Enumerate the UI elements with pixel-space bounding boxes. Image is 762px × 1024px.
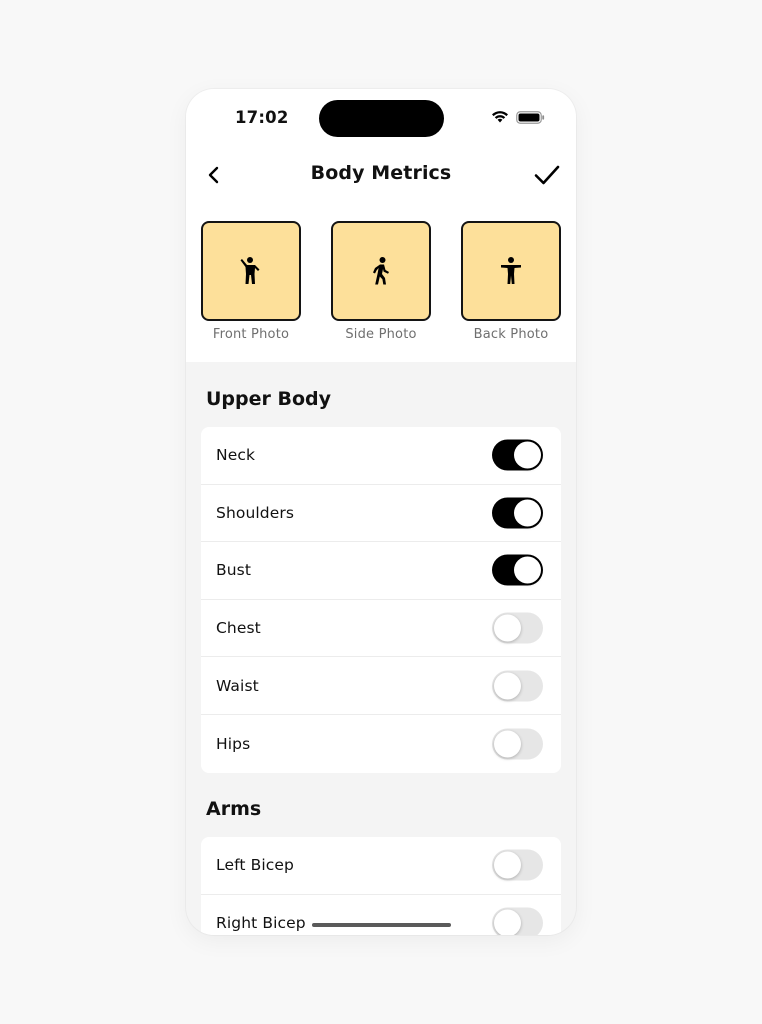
row-label: Right Bicep (216, 914, 306, 933)
right-bicep-toggle[interactable] (492, 907, 543, 935)
front-photo-button[interactable] (201, 221, 301, 321)
person-arms-up-icon (240, 257, 260, 284)
person-arms-out-icon (501, 257, 521, 284)
row-label: Bust (216, 561, 252, 580)
chest-toggle[interactable] (492, 612, 543, 644)
list-item-hips: Hips (201, 715, 561, 773)
shoulders-toggle[interactable] (492, 497, 543, 529)
checkmark-icon[interactable] (534, 164, 560, 186)
side-photo-button[interactable] (331, 221, 431, 321)
back-photo-button[interactable] (461, 221, 561, 321)
row-label: Waist (216, 676, 259, 695)
toggle-knob (494, 909, 521, 935)
list-item-left-bicep: Left Bicep (201, 837, 561, 895)
section-title-upper-body: Upper Body (206, 388, 332, 410)
status-time: 17:02 (235, 108, 289, 127)
row-label: Shoulders (216, 503, 294, 522)
arms-card: Left Bicep Right Bicep (201, 837, 561, 935)
toggle-knob (514, 556, 541, 584)
neck-toggle[interactable] (492, 439, 543, 471)
toggle-knob (514, 441, 541, 469)
list-item-shoulders: Shoulders (201, 485, 561, 543)
front-photo-label: Front Photo (212, 327, 290, 342)
side-photo-label: Side Photo (345, 327, 417, 342)
list-item-waist: Waist (201, 657, 561, 715)
toggle-knob (514, 499, 541, 527)
row-label: Chest (216, 619, 261, 638)
person-walking-icon (373, 257, 389, 285)
hips-toggle[interactable] (492, 728, 543, 760)
bust-toggle[interactable] (492, 554, 543, 586)
section-title-arms: Arms (206, 798, 262, 820)
toggle-knob (494, 614, 521, 642)
toggle-knob (494, 730, 521, 758)
back-photo-label: Back Photo (473, 327, 549, 342)
left-bicep-toggle[interactable] (492, 849, 543, 881)
battery-icon (516, 111, 545, 124)
list-item-right-bicep: Right Bicep (201, 895, 561, 935)
upper-body-card: Neck Shoulders Bust Chest Waist Hips (201, 427, 561, 773)
dynamic-island (319, 100, 444, 137)
toggle-knob (494, 672, 521, 700)
waist-toggle[interactable] (492, 670, 543, 702)
row-label: Neck (216, 446, 256, 465)
toggle-knob (494, 851, 521, 879)
row-label: Left Bicep (216, 856, 294, 875)
list-item-neck: Neck (201, 427, 561, 485)
list-item-bust: Bust (201, 542, 561, 600)
row-label: Hips (216, 734, 251, 753)
home-indicator[interactable] (312, 923, 451, 927)
phone-screen: 17:02 Body Metrics Front Photo Side Phot… (186, 89, 576, 935)
list-item-chest: Chest (201, 600, 561, 658)
wifi-icon (492, 111, 508, 123)
page-title: Body Metrics (310, 162, 452, 184)
